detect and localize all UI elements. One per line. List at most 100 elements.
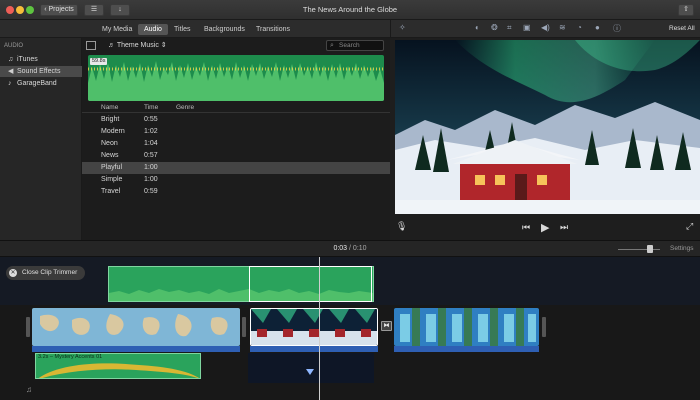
skip-forward-icon[interactable]: ⏭︎ [560, 222, 568, 233]
timecode-display: 0:03 / 0:10 [0, 245, 700, 252]
stabilization-icon[interactable]: ▣ [523, 23, 531, 32]
table-row[interactable]: Travel 0:59 [82, 186, 390, 198]
title-bar: ‹ Projects ☰ ↓ The News Around the Globe… [0, 0, 700, 20]
preview-duration-badge: 59.8s [90, 58, 108, 65]
total-time: 0:10 [352, 245, 367, 252]
clip-handle-right[interactable] [242, 317, 246, 337]
theme-music-dropdown[interactable]: ♬ Theme Music ⇕ [108, 41, 167, 49]
clip-audio-strip [250, 346, 378, 352]
filter-icon[interactable]: ● [595, 23, 600, 32]
world-map-thumbnails [32, 308, 240, 346]
sidebar-heading: AUDIO [4, 43, 24, 49]
table-row[interactable]: Modern 1:02 [82, 126, 390, 138]
close-clip-trimmer-button[interactable]: ✕ Close Clip Trimmer [6, 266, 86, 280]
waveform-graphic [88, 61, 384, 101]
track-time: 1:04 [144, 140, 158, 147]
zoom-slider-track[interactable] [618, 249, 660, 250]
color-balance-icon[interactable]: ◐ [475, 23, 480, 32]
track-name: Neon [101, 140, 118, 147]
audio-clip-waveform [38, 363, 199, 378]
close-icon: ✕ [9, 269, 17, 277]
clip-handle-left[interactable] [26, 317, 30, 337]
sidebar-item-sound-effects[interactable]: ◀ Sound Effects [0, 66, 82, 77]
microphone-icon[interactable]: 🎙︎ [396, 221, 407, 232]
time-separator: / [349, 245, 351, 252]
column-header-time[interactable]: Time [144, 104, 158, 111]
timeline: ⧓ 3.2s – Mystery Accents 01 ♫ [0, 305, 700, 400]
aurora-cabin-frame [395, 40, 700, 214]
audio-sidebar: AUDIO ♫ iTunes ◀ Sound Effects ♪ GarageBand [0, 38, 82, 240]
fullscreen-icon[interactable]: ⤢ [686, 221, 693, 232]
music-note-icon: ♬ [108, 42, 117, 49]
track-name: Playful [101, 164, 123, 171]
current-time: 0:03 [333, 245, 348, 252]
skip-back-icon[interactable]: ⏮︎ [522, 222, 530, 233]
table-row[interactable]: News 0:57 [82, 150, 390, 162]
track-name: News [101, 152, 119, 159]
reset-all-button[interactable]: Reset All [669, 25, 695, 32]
play-icon[interactable]: ▶ [541, 221, 549, 234]
tab-transitions[interactable]: Transitions [250, 24, 296, 35]
tab-backgrounds[interactable]: Backgrounds [198, 24, 251, 35]
waterfall-thumbnails [394, 308, 539, 346]
settings-button[interactable]: Settings [670, 245, 694, 252]
table-row[interactable]: Bright 0:55 [82, 114, 390, 126]
track-name: Modern [101, 128, 125, 135]
track-time: 1:00 [144, 176, 158, 183]
track-time: 0:55 [144, 116, 158, 123]
playhead-marker-icon[interactable] [306, 369, 314, 375]
playback-controls: 🎙︎ ⏮︎ ▶ ⏭︎ ⤢ [390, 216, 700, 240]
share-button[interactable]: ⇧ [678, 4, 694, 16]
sidebar-toggle-icon[interactable] [86, 41, 96, 50]
column-header-name[interactable]: Name [101, 104, 118, 111]
audio-preview-waveform[interactable] [88, 55, 384, 101]
clip-handle-end[interactable] [542, 317, 546, 337]
noise-reduction-icon[interactable]: ≋ [559, 23, 566, 32]
track-time: 0:59 [144, 188, 158, 195]
table-row[interactable]: Playful 1:00 [82, 162, 390, 174]
magic-wand-icon[interactable]: ✧ [399, 23, 406, 32]
waterfall-clip[interactable] [394, 308, 539, 346]
tab-my-media[interactable]: My Media [96, 24, 138, 35]
column-header-genre[interactable]: Genre [176, 104, 194, 111]
clip-audio-strip [394, 346, 539, 352]
chevron-updown-icon: ⇕ [158, 42, 167, 49]
crop-icon[interactable]: ⌗ [507, 23, 512, 33]
clip-audio-strip [32, 346, 240, 352]
playhead[interactable] [319, 257, 320, 400]
track-time: 0:57 [144, 152, 158, 159]
sidebar-item-garageband[interactable]: ♪ GarageBand [0, 78, 82, 89]
color-correction-icon[interactable]: ❂ [491, 23, 498, 32]
share-icon: ⇧ [683, 6, 689, 13]
table-row[interactable]: Neon 1:04 [82, 138, 390, 150]
audio-table-header: Name Time Genre [82, 102, 390, 113]
audio-toolbar: ♬ Theme Music ⇕ ⌕ Search [82, 38, 390, 54]
video-viewer[interactable] [395, 40, 700, 214]
speaker-icon: ◀ [8, 68, 14, 75]
track-time: 1:02 [144, 128, 158, 135]
volume-icon[interactable]: ◀) [541, 23, 550, 32]
aurora-clip[interactable] [250, 308, 378, 346]
sidebar-item-label: Sound Effects [17, 68, 61, 75]
tab-audio[interactable]: Audio [138, 24, 168, 35]
search-placeholder: Search [339, 42, 360, 49]
search-icon: ⌕ [330, 42, 334, 49]
transition-icon[interactable]: ⧓ [381, 321, 392, 331]
timeline-header: 0:03 / 0:10 Settings [0, 240, 700, 257]
aurora-thumbnails [251, 309, 377, 345]
search-input[interactable]: ⌕ Search [326, 40, 384, 51]
speed-icon[interactable]: ◔ [577, 23, 582, 32]
table-row[interactable]: Simple 1:00 [82, 174, 390, 186]
info-icon[interactable]: ⓘ [613, 23, 621, 34]
trimmer-selection[interactable] [249, 266, 372, 302]
zoom-slider-knob[interactable] [647, 245, 653, 253]
world-map-clip[interactable] [32, 308, 240, 346]
background-music-icon: ♫ [26, 385, 32, 394]
clip-trimmer: ✕ Close Clip Trimmer [0, 257, 700, 305]
mystery-accents-audio-clip[interactable]: 3.2s – Mystery Accents 01 [35, 353, 201, 379]
sidebar-item-label: GarageBand [17, 80, 57, 87]
music-note-icon: ♫ [8, 56, 14, 63]
tab-titles[interactable]: Titles [168, 24, 196, 35]
adjustment-toolbar: ✧ ◐ ❂ ⌗ ▣ ◀) ≋ ◔ ● ⓘ Reset All [390, 20, 700, 38]
sidebar-item-itunes[interactable]: ♫ iTunes [0, 54, 82, 65]
